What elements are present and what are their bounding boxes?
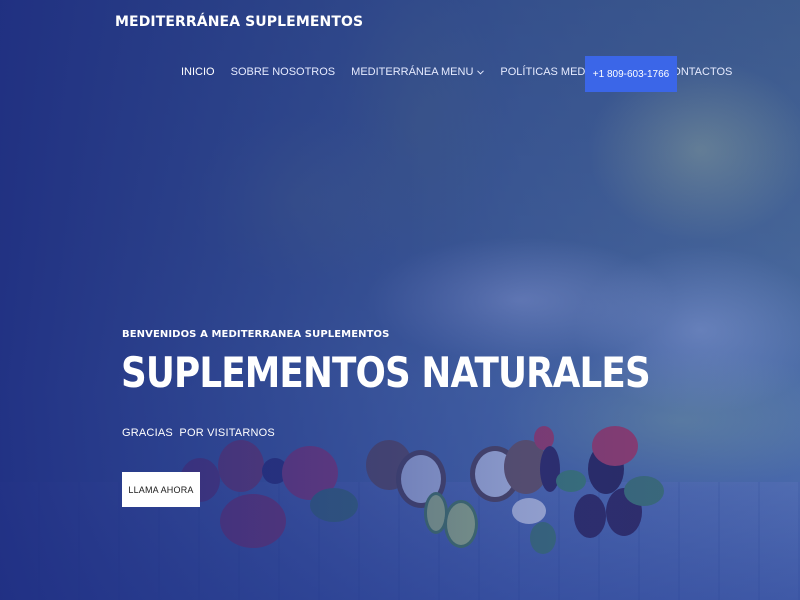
site-logo[interactable]: MEDITERRÁNEA SUPLEMENTOS [115,14,363,30]
nav-item-label: SOBRE NOSOTROS [230,66,336,78]
nav-item-label: INICIO [181,66,215,78]
hero-subtitle: GRACIAS POR VISITARNOS [122,427,275,439]
nav-item-inicio[interactable]: INICIO [181,66,215,78]
hero-eyebrow: BENVENIDOS A MEDITERRANEA SUPLEMENTOS [122,329,390,340]
phone-button[interactable]: +1 809-603-1766 [585,56,677,92]
chevron-down-icon [477,68,485,77]
hero-overlay [0,0,800,600]
nav-item-sobre-nosotros[interactable]: SOBRE NOSOTROS [231,66,336,78]
nav-item-label: MEDITERRÁNEA MENU [351,66,474,78]
phone-button-label: +1 809-603-1766 [592,68,670,80]
call-now-button-label: LLAMA AHORA [128,484,194,495]
hero-background [0,0,800,600]
nav-item-mediterranea-menu[interactable]: MEDITERRÁNEA MENU [351,66,485,78]
call-now-button[interactable]: LLAMA AHORA [122,472,200,507]
hero-headline: SUPLEMENTOS NATURALES [121,348,651,397]
